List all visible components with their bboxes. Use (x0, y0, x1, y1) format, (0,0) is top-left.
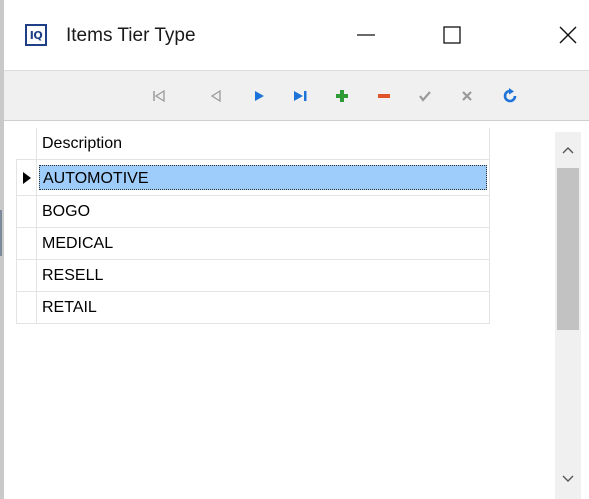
first-icon (153, 89, 165, 103)
grid-cell[interactable]: RESELL (36, 259, 490, 292)
items-tier-type-grid: Description AUTOMOTIVE BOGO MEDICAL RESE… (16, 128, 490, 324)
insert-record-button[interactable] (330, 84, 354, 108)
dataset-navigator (4, 70, 589, 121)
table-row[interactable]: RESELL (16, 259, 490, 292)
last-record-button[interactable] (289, 84, 313, 108)
scrollbar-thumb[interactable] (557, 168, 579, 330)
refresh-icon (503, 88, 517, 103)
plus-icon (336, 90, 348, 102)
grid-area: Description AUTOMOTIVE BOGO MEDICAL RESE… (4, 121, 589, 499)
row-indicator (16, 291, 37, 324)
prior-record-button[interactable] (204, 84, 228, 108)
chevron-down-icon (562, 475, 574, 482)
maximize-icon (443, 26, 461, 44)
row-indicator (16, 259, 37, 292)
next-record-button[interactable] (247, 84, 271, 108)
close-icon (559, 26, 577, 44)
delete-record-button[interactable] (372, 84, 396, 108)
table-row[interactable]: AUTOMOTIVE (16, 159, 490, 196)
check-icon (419, 91, 431, 102)
table-row[interactable]: MEDICAL (16, 227, 490, 260)
grid-cell[interactable]: MEDICAL (36, 227, 490, 260)
table-row[interactable]: RETAIL (16, 291, 490, 324)
vertical-scrollbar[interactable] (555, 132, 581, 499)
grid-cell-selected[interactable]: AUTOMOTIVE (36, 159, 490, 196)
app-icon-label: IQ (29, 28, 43, 42)
window-title: Items Tier Type (66, 25, 196, 46)
grid-header-row: Description (16, 128, 490, 160)
current-row-icon (22, 171, 31, 184)
row-indicator (16, 227, 37, 260)
cell-text: AUTOMOTIVE (39, 165, 487, 190)
next-icon (255, 91, 264, 101)
table-row[interactable]: BOGO (16, 195, 490, 228)
title-bar[interactable]: IQ Items Tier Type (4, 0, 589, 70)
last-icon (294, 91, 307, 101)
cancel-edit-button[interactable] (455, 84, 479, 108)
column-header-description[interactable]: Description (36, 128, 490, 160)
scroll-down-button[interactable] (555, 466, 581, 492)
indicator-header (16, 128, 37, 160)
close-button[interactable] (541, 10, 589, 60)
prior-icon (210, 89, 221, 103)
row-indicator (16, 159, 37, 196)
minimize-icon (357, 34, 375, 36)
refresh-data-button[interactable] (498, 84, 522, 108)
x-icon (462, 91, 472, 101)
minimize-button[interactable] (339, 10, 393, 60)
post-edit-button[interactable] (413, 84, 437, 108)
maximize-button[interactable] (425, 10, 479, 60)
row-indicator (16, 195, 37, 228)
app-icon: IQ (25, 24, 47, 46)
minus-icon (378, 94, 390, 98)
first-record-button[interactable] (147, 84, 171, 108)
chevron-up-icon (562, 147, 574, 154)
grid-cell[interactable]: BOGO (36, 195, 490, 228)
scroll-up-button[interactable] (555, 137, 581, 163)
grid-cell[interactable]: RETAIL (36, 291, 490, 324)
